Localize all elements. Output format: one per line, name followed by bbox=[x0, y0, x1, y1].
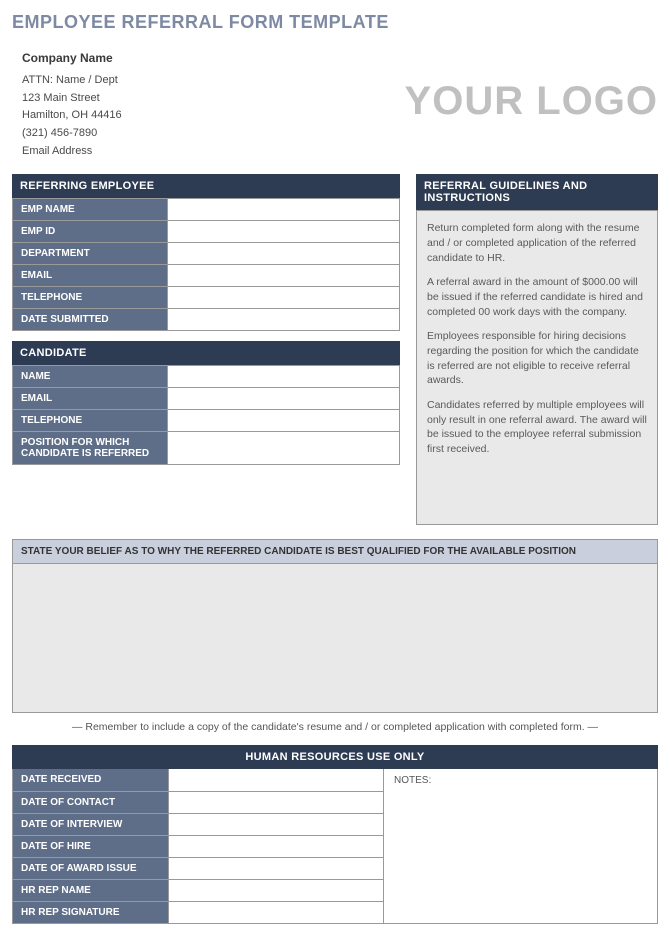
field-label: NAME bbox=[13, 366, 168, 388]
date-of-contact-input[interactable] bbox=[168, 791, 383, 813]
hr-table: DATE RECEIVED DATE OF CONTACT DATE OF IN… bbox=[13, 769, 383, 923]
belief-header: STATE YOUR BELIEF AS TO WHY THE REFERRED… bbox=[12, 539, 658, 563]
guideline-paragraph: Candidates referred by multiple employee… bbox=[427, 398, 647, 457]
hr-header: HUMAN RESOURCES USE ONLY bbox=[12, 745, 658, 769]
field-label: EMAIL bbox=[13, 388, 168, 410]
reminder-text: — Remember to include a copy of the cand… bbox=[12, 721, 658, 733]
field-label: DATE RECEIVED bbox=[13, 769, 168, 791]
candidate-header: CANDIDATE bbox=[12, 341, 400, 365]
referring-table: EMP NAME EMP ID DEPARTMENT EMAIL TELEPHO… bbox=[12, 198, 400, 331]
field-label: TELEPHONE bbox=[13, 410, 168, 432]
emp-id-input[interactable] bbox=[168, 221, 400, 243]
header-row: Company Name ATTN: Name / Dept 123 Main … bbox=[12, 49, 658, 160]
company-phone: (321) 456-7890 bbox=[22, 125, 122, 143]
date-received-input[interactable] bbox=[168, 769, 383, 791]
candidate-telephone-input[interactable] bbox=[168, 410, 400, 432]
hr-notes-area[interactable]: NOTES: bbox=[383, 769, 657, 923]
field-label: EMP NAME bbox=[13, 199, 168, 221]
company-email: Email Address bbox=[22, 143, 122, 161]
company-attn: ATTN: Name / Dept bbox=[22, 72, 122, 90]
field-label: DATE SUBMITTED bbox=[13, 309, 168, 331]
department-input[interactable] bbox=[168, 243, 400, 265]
date-of-interview-input[interactable] bbox=[168, 813, 383, 835]
referring-telephone-input[interactable] bbox=[168, 287, 400, 309]
guideline-paragraph: A referral award in the amount of $000.0… bbox=[427, 275, 647, 319]
date-of-hire-input[interactable] bbox=[168, 835, 383, 857]
candidate-table: NAME EMAIL TELEPHONE POSITION FOR WHICH … bbox=[12, 365, 400, 465]
company-street: 123 Main Street bbox=[22, 90, 122, 108]
guideline-paragraph: Return completed form along with the res… bbox=[427, 221, 647, 265]
field-label: DEPARTMENT bbox=[13, 243, 168, 265]
referring-header: REFERRING EMPLOYEE bbox=[12, 174, 400, 198]
field-label: DATE OF INTERVIEW bbox=[13, 813, 168, 835]
hr-notes-label: NOTES: bbox=[394, 775, 431, 786]
field-label: DATE OF CONTACT bbox=[13, 791, 168, 813]
field-label: DATE OF AWARD ISSUE bbox=[13, 857, 168, 879]
guidelines-box: Return completed form along with the res… bbox=[416, 210, 658, 525]
date-submitted-input[interactable] bbox=[168, 309, 400, 331]
field-label: EMAIL bbox=[13, 265, 168, 287]
company-city: Hamilton, OH 44416 bbox=[22, 107, 122, 125]
emp-name-input[interactable] bbox=[168, 199, 400, 221]
field-label: EMP ID bbox=[13, 221, 168, 243]
belief-textarea[interactable] bbox=[12, 563, 658, 713]
referring-email-input[interactable] bbox=[168, 265, 400, 287]
field-label: HR REP NAME bbox=[13, 879, 168, 901]
field-label: HR REP SIGNATURE bbox=[13, 901, 168, 923]
field-label: POSITION FOR WHICH CANDIDATE IS REFERRED bbox=[13, 432, 168, 465]
company-block: Company Name ATTN: Name / Dept 123 Main … bbox=[12, 49, 122, 160]
date-of-award-issue-input[interactable] bbox=[168, 857, 383, 879]
field-label: TELEPHONE bbox=[13, 287, 168, 309]
candidate-name-input[interactable] bbox=[168, 366, 400, 388]
hr-rep-signature-input[interactable] bbox=[168, 901, 383, 923]
hr-rep-name-input[interactable] bbox=[168, 879, 383, 901]
company-name: Company Name bbox=[22, 49, 122, 68]
candidate-email-input[interactable] bbox=[168, 388, 400, 410]
guideline-paragraph: Employees responsible for hiring decisio… bbox=[427, 329, 647, 388]
page-title: EMPLOYEE REFERRAL FORM TEMPLATE bbox=[12, 12, 658, 33]
guidelines-header: REFERRAL GUIDELINES AND INSTRUCTIONS bbox=[416, 174, 658, 210]
field-label: DATE OF HIRE bbox=[13, 835, 168, 857]
candidate-position-input[interactable] bbox=[168, 432, 400, 465]
logo-placeholder: YOUR LOGO bbox=[405, 79, 658, 124]
